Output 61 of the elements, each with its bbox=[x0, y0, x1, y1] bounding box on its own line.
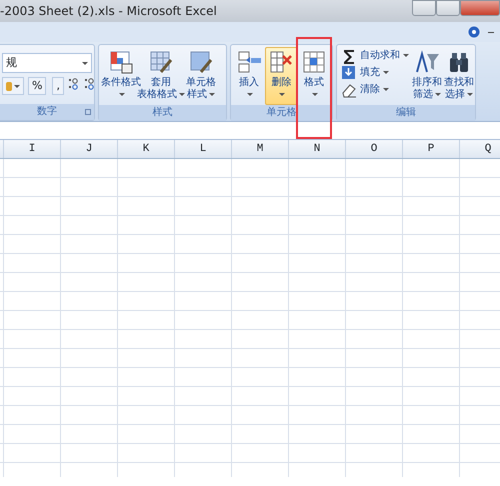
help-icon[interactable] bbox=[468, 26, 480, 38]
format-cells-icon bbox=[302, 50, 326, 74]
sort-filter-icon bbox=[415, 50, 439, 74]
insert-cells-icon bbox=[237, 50, 262, 74]
maximize-button[interactable] bbox=[436, 0, 460, 16]
ribbon-button[interactable]: 插入 bbox=[233, 47, 266, 105]
group-label: 单元格 bbox=[266, 107, 296, 118]
group-label: 样式 bbox=[152, 107, 172, 118]
dialog-launcher-icon[interactable] bbox=[85, 109, 91, 115]
caret-icon bbox=[279, 92, 286, 96]
column-header[interactable]: K bbox=[118, 140, 175, 158]
ribbon-button[interactable]: 单元格 样式 bbox=[181, 47, 221, 105]
column-header[interactable]: Q bbox=[460, 140, 500, 158]
column-header[interactable]: L bbox=[175, 140, 232, 158]
ribbon-button[interactable]: 格式 bbox=[298, 47, 330, 105]
caret-icon bbox=[467, 92, 473, 96]
column-header[interactable]: J bbox=[61, 140, 118, 158]
column-header[interactable]: P bbox=[403, 140, 460, 158]
increase-decimal-icon[interactable] bbox=[68, 77, 80, 91]
group-label: 数字 bbox=[37, 106, 57, 117]
binoculars-icon bbox=[447, 50, 471, 74]
fill-down-icon bbox=[341, 64, 357, 80]
currency-button[interactable] bbox=[2, 77, 24, 95]
group-label: 编辑 bbox=[396, 107, 416, 118]
number-format-dropdown[interactable]: 规 bbox=[2, 53, 92, 73]
coins-icon bbox=[6, 82, 12, 90]
caret-icon bbox=[435, 92, 441, 96]
number-style-button[interactable]: % bbox=[28, 77, 46, 95]
delete-cells-icon bbox=[269, 50, 294, 74]
sigma-icon bbox=[341, 48, 357, 64]
table-brush-icon bbox=[149, 50, 173, 74]
caret-icon bbox=[247, 92, 254, 96]
minimize-button[interactable] bbox=[412, 0, 436, 16]
caret-icon bbox=[82, 62, 88, 64]
caret-icon bbox=[383, 71, 389, 74]
column-header[interactable]: I bbox=[4, 140, 61, 158]
column-header[interactable]: M bbox=[232, 140, 289, 158]
decrease-decimal-icon[interactable] bbox=[84, 77, 96, 91]
window-title: -2003 Sheet (2).xls - Microsoft Excel bbox=[0, 3, 217, 20]
ribbon-button[interactable]: 删除 bbox=[265, 47, 298, 105]
caret-icon bbox=[119, 92, 125, 96]
ribbon-button[interactable]: 排序和 筛选 bbox=[411, 47, 443, 105]
number-style-button[interactable]: , bbox=[52, 77, 64, 95]
caret-icon bbox=[312, 92, 318, 96]
dropdown-value: 规 bbox=[6, 54, 17, 71]
column-header bbox=[0, 140, 4, 158]
ribbon-small-button[interactable]: 清除 bbox=[339, 81, 411, 98]
caret-icon bbox=[403, 54, 409, 57]
caret-icon bbox=[179, 92, 185, 96]
caret-icon bbox=[14, 84, 20, 88]
table-icon bbox=[109, 50, 133, 74]
ribbon-small-button[interactable]: 填充 bbox=[339, 64, 411, 81]
caret-icon bbox=[209, 92, 215, 96]
ribbon-button[interactable]: 查找和 选择 bbox=[443, 47, 475, 105]
eraser-icon bbox=[341, 82, 357, 98]
cell-brush-icon bbox=[189, 50, 213, 74]
column-header[interactable]: O bbox=[346, 140, 403, 158]
caret-icon bbox=[383, 88, 389, 91]
ribbon-small-button[interactable]: 自动求和 bbox=[339, 47, 411, 64]
column-header[interactable]: N bbox=[289, 140, 346, 158]
close-button[interactable] bbox=[460, 0, 500, 16]
